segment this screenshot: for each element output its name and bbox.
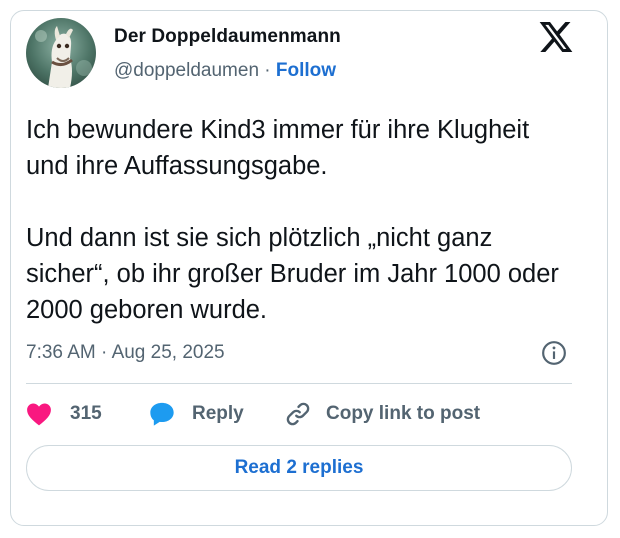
handle-separator: ·	[264, 60, 271, 81]
tweet-actions: 315 Reply Copy link to post	[26, 398, 572, 430]
author-handle-row: @doppeldaumen · Follow	[114, 60, 336, 82]
like-button[interactable]: 315	[26, 398, 102, 430]
link-icon	[286, 402, 310, 426]
reply-label: Reply	[192, 403, 244, 424]
tweet-timestamp[interactable]: 7:36 AM · Aug 25, 2025	[26, 342, 225, 364]
copy-link-label: Copy link to post	[326, 403, 481, 424]
copy-link-button[interactable]: Copy link to post	[284, 398, 480, 430]
heart-icon	[27, 403, 51, 426]
like-count: 315	[70, 403, 102, 424]
reply-bubble-icon	[150, 402, 174, 426]
read-replies-button[interactable]: Read 2 replies	[26, 445, 572, 491]
info-icon[interactable]	[541, 340, 567, 366]
tweet-date: Aug 25, 2025	[111, 342, 225, 363]
reply-button[interactable]: Reply	[148, 398, 244, 430]
tweet-paragraph-2: Und dann ist sie sich plötzlich „nicht g…	[26, 224, 559, 324]
author-name[interactable]: Der Doppeldaumenmann	[114, 26, 341, 48]
timestamp-separator: ·	[101, 342, 108, 363]
follow-button[interactable]: Follow	[276, 60, 336, 81]
horse-avatar-icon	[26, 18, 96, 88]
x-logo-icon[interactable]	[539, 22, 573, 52]
tweet-time: 7:36 AM	[26, 342, 96, 363]
tweet-paragraph-1: Ich bewundere Kind3 immer für ihre Klugh…	[26, 116, 530, 180]
divider	[26, 383, 572, 384]
tweet-text: Ich bewundere Kind3 immer für ihre Klugh…	[26, 112, 566, 328]
avatar[interactable]	[26, 18, 96, 88]
read-replies-label: Read 2 replies	[234, 457, 364, 478]
author-handle[interactable]: @doppeldaumen	[114, 60, 259, 81]
